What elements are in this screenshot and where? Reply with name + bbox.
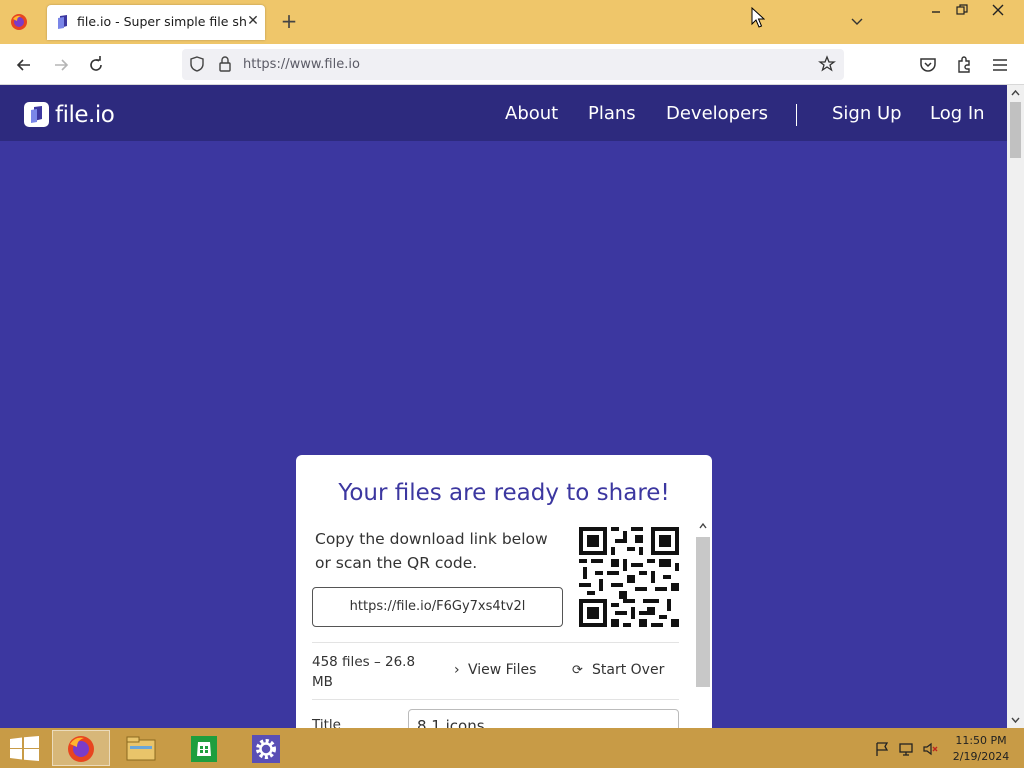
view-files-link[interactable]: › View Files <box>454 662 536 678</box>
minimize-icon[interactable] <box>928 2 944 18</box>
tab-title: file.io - Super simple file sharing <box>77 14 247 29</box>
clock-date[interactable]: 2/19/2024 <box>944 750 1018 763</box>
chevron-down-icon[interactable] <box>848 12 866 30</box>
title-input[interactable]: 8.1 icons <box>408 709 679 728</box>
start-over-link[interactable]: ⟳ Start Over <box>572 662 664 678</box>
back-arrow-icon[interactable] <box>14 55 34 75</box>
view-files-label: View Files <box>468 662 537 678</box>
windows-start-icon[interactable] <box>10 736 39 761</box>
flag-icon[interactable] <box>874 741 890 757</box>
shield-icon[interactable] <box>188 55 206 73</box>
taskbar-firefox[interactable] <box>52 730 110 766</box>
card-scrollbar-thumb[interactable] <box>696 537 710 687</box>
pocket-icon[interactable] <box>918 55 938 75</box>
share-card: Your files are ready to share! Copy the … <box>296 455 712 728</box>
firefox-icon[interactable] <box>10 13 28 31</box>
address-bar[interactable]: https://www.file.io <box>182 49 844 80</box>
refresh-icon: ⟳ <box>572 663 583 678</box>
bookmark-star-icon[interactable] <box>818 55 836 73</box>
file-io-favicon <box>58 15 67 29</box>
network-icon[interactable] <box>898 741 914 757</box>
site-header: file.io About Plans Developers Sign Up L… <box>0 85 1007 141</box>
taskbar-settings[interactable] <box>238 730 296 766</box>
file-count-text: 458 files – 26.8 MB <box>312 654 416 690</box>
browser-titlebar: file.io - Super simple file sharing ✕ + <box>0 0 1024 44</box>
card-divider <box>312 642 679 643</box>
title-label: Title <box>312 717 341 728</box>
lock-icon[interactable] <box>217 55 233 73</box>
nav-log-in-link[interactable]: Log In <box>930 103 985 124</box>
nav-plans-link[interactable]: Plans <box>588 103 636 124</box>
qr-code-image <box>579 527 679 627</box>
new-tab-icon[interactable]: + <box>279 11 299 31</box>
close-tab-icon[interactable]: ✕ <box>245 11 261 31</box>
active-tab[interactable]: file.io - Super simple file sharing ✕ <box>47 5 265 40</box>
taskbar-file-explorer[interactable] <box>114 730 172 766</box>
url-text[interactable]: https://www.file.io <box>243 57 360 72</box>
nav-sign-up-link[interactable]: Sign Up <box>832 103 902 124</box>
nav-divider <box>796 104 797 126</box>
card-divider <box>312 699 679 700</box>
site-logo-text[interactable]: file.io <box>55 102 115 128</box>
browser-toolbar: https://www.file.io <box>0 44 1024 85</box>
gear-icon <box>252 735 280 763</box>
web-page: file.io About Plans Developers Sign Up L… <box>0 85 1007 728</box>
scroll-down-arrow-icon[interactable] <box>1010 714 1021 725</box>
file-io-logo-icon[interactable] <box>24 102 49 127</box>
forward-arrow-icon[interactable] <box>51 55 71 75</box>
scroll-up-arrow-icon[interactable] <box>698 521 708 531</box>
clock-time[interactable]: 11:50 PM <box>944 734 1018 747</box>
reload-icon[interactable] <box>86 55 106 75</box>
volume-muted-icon[interactable] <box>922 741 938 757</box>
chevron-right-icon: › <box>454 662 460 678</box>
download-link-box[interactable]: https://file.io/F6Gy7xs4tv2l <box>312 587 563 627</box>
windows-taskbar: 11:50 PM 2/19/2024 <box>0 728 1024 768</box>
card-title: Your files are ready to share! <box>338 480 670 506</box>
nav-developers-link[interactable]: Developers <box>666 103 768 124</box>
page-scrollbar[interactable] <box>1007 85 1024 728</box>
restore-icon[interactable] <box>954 2 970 18</box>
nav-about-link[interactable]: About <box>505 103 558 124</box>
window-close-icon[interactable] <box>990 2 1006 18</box>
card-description: Copy the download link below or scan the… <box>315 530 548 572</box>
mouse-cursor-icon <box>751 7 765 28</box>
start-over-label: Start Over <box>592 662 665 678</box>
extensions-icon[interactable] <box>954 55 974 75</box>
scroll-up-arrow-icon[interactable] <box>1010 88 1021 99</box>
folder-icon <box>126 736 156 761</box>
page-scrollbar-thumb[interactable] <box>1010 102 1021 158</box>
taskbar-store[interactable] <box>176 730 234 766</box>
store-icon <box>191 736 217 762</box>
firefox-icon <box>68 736 94 762</box>
menu-icon[interactable] <box>990 55 1010 75</box>
